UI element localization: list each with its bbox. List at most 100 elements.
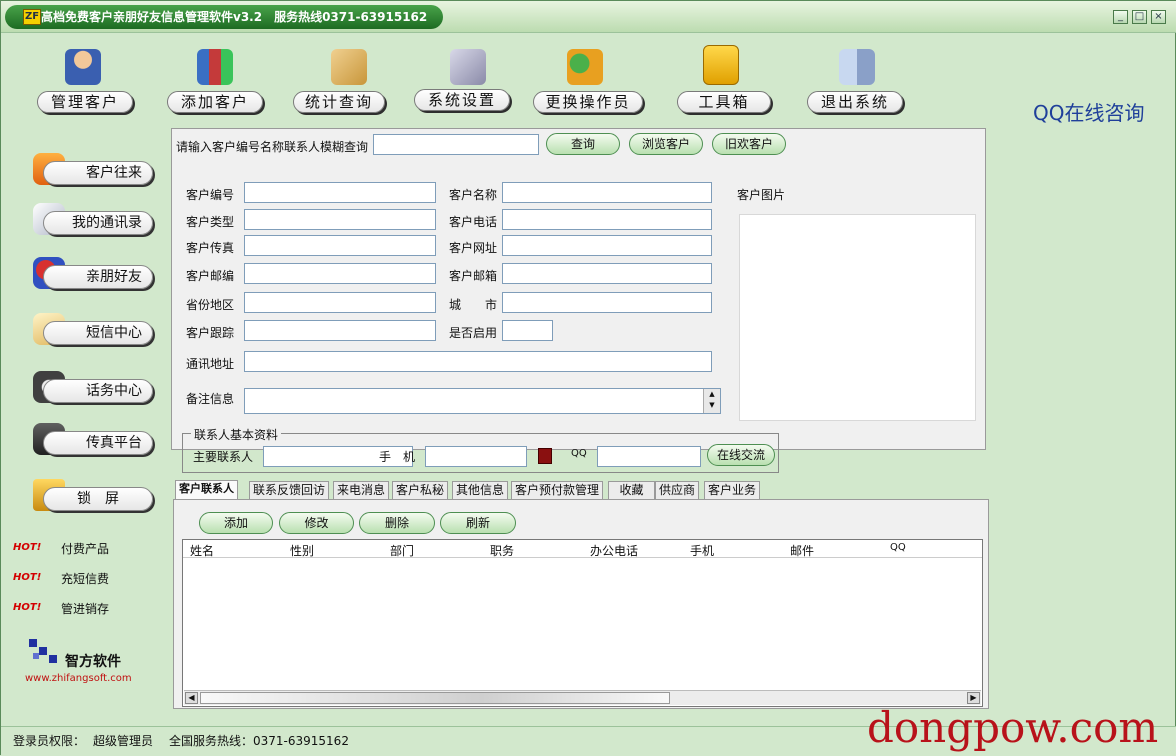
sidebar-item-label[interactable]: 短信中心 [43, 321, 153, 345]
qq-field[interactable] [597, 446, 701, 467]
city-field[interactable] [502, 292, 712, 313]
contact-basic-info-group: 联系人基本资料 主要联系人 手 机 QQ 在线交流 [182, 426, 779, 473]
tab-favorites[interactable]: 收藏 [608, 481, 655, 499]
sidebar-item-friends[interactable]: 亲朋好友 [31, 255, 155, 299]
column-header-mobile[interactable]: 手机 [690, 542, 714, 559]
top-navigation: 管理客户 添加客户 统计查询 系统设置 更换操作员 工具箱 退出系统 [1, 33, 1176, 125]
customer-email-field[interactable] [502, 263, 712, 284]
column-header-name[interactable]: 姓名 [190, 542, 214, 559]
close-button[interactable]: × [1151, 10, 1166, 24]
tab-feedback-visits[interactable]: 联系反馈回访 [249, 481, 330, 499]
sidebar-item-label[interactable]: 客户往来 [43, 161, 153, 185]
nav-manage-customers[interactable]: 管理客户 [37, 49, 137, 117]
customer-fax-field[interactable] [244, 235, 436, 256]
nav-exit[interactable]: 退出系统 [807, 49, 907, 117]
table-horizontal-scrollbar[interactable]: ◀ ▶ [184, 690, 981, 705]
delete-button[interactable]: 删除 [359, 512, 435, 534]
customer-code-field[interactable] [244, 182, 436, 203]
tab-suppliers[interactable]: 供应商 [655, 481, 700, 499]
column-header-department[interactable]: 部门 [390, 542, 414, 559]
hot-link-sms-recharge[interactable]: HOT! 充短信费 [13, 569, 109, 587]
nav-system-settings[interactable]: 系统设置 [414, 49, 514, 117]
hot-link-label[interactable]: 付费产品 [61, 540, 109, 557]
qq-online-consult-link[interactable]: QQ在线咨询 [1033, 97, 1144, 126]
customer-email-label: 客户邮箱 [449, 269, 498, 283]
hot-link-label[interactable]: 管进销存 [61, 600, 109, 617]
tab-other-info[interactable]: 其他信息 [452, 481, 509, 499]
hot-link-label[interactable]: 充短信费 [61, 570, 109, 587]
sidebar-item-label[interactable]: 话务中心 [43, 379, 153, 403]
tab-customer-business[interactable]: 客户业务 [704, 481, 761, 499]
customer-website-field[interactable] [502, 235, 712, 256]
contact-group-legend: 联系人基本资料 [191, 426, 282, 443]
online-chat-button[interactable]: 在线交流 [707, 444, 775, 466]
add-button[interactable]: 添加 [199, 512, 273, 534]
users-icon [567, 49, 603, 85]
scroll-up-arrow-icon[interactable]: ▲ [704, 389, 720, 400]
minimize-button[interactable]: _ [1113, 10, 1128, 24]
restore-button[interactable]: □ [1132, 10, 1147, 24]
customer-phone-label: 客户电话 [449, 215, 498, 229]
nav-label[interactable]: 系统设置 [414, 89, 510, 111]
column-header-position[interactable]: 职务 [490, 542, 514, 559]
old-customers-button[interactable]: 旧欢客户 [712, 133, 786, 155]
notes-scrollbar[interactable]: ▲ ▼ [703, 389, 720, 413]
column-header-office-phone[interactable]: 办公电话 [590, 542, 638, 559]
nav-label[interactable]: 统计查询 [293, 91, 385, 113]
customer-picture-box[interactable] [739, 214, 976, 421]
browse-customers-button[interactable]: 浏览客户 [629, 133, 703, 155]
query-button[interactable]: 查询 [546, 133, 620, 155]
refresh-button[interactable]: 刷新 [440, 512, 516, 534]
phone-dial-icon[interactable] [538, 448, 552, 464]
nav-label[interactable]: 更换操作员 [533, 91, 643, 113]
sidebar-item-fax-platform[interactable]: 传真平台 [31, 421, 155, 465]
nav-switch-operator[interactable]: 更换操作员 [533, 49, 645, 117]
customer-postcode-field[interactable] [244, 263, 436, 284]
sidebar-item-label[interactable]: 传真平台 [43, 431, 153, 455]
sidebar-item-label[interactable]: 我的通讯录 [43, 211, 153, 235]
tab-customer-contacts[interactable]: 客户联系人 [175, 480, 238, 500]
sidebar-item-customer-contact[interactable]: 客户往来 [31, 151, 155, 195]
column-header-gender[interactable]: 性别 [290, 542, 314, 559]
edit-button[interactable]: 修改 [279, 512, 354, 534]
sidebar-item-label[interactable]: 亲朋好友 [43, 265, 153, 289]
contacts-table[interactable]: 姓名 性别 部门 职务 办公电话 手机 邮件 QQ ◀ ▶ [182, 539, 983, 707]
search-label: 请输入客户编号名称联系人模糊查询 [176, 140, 369, 154]
customer-name-field[interactable] [502, 182, 712, 203]
column-header-email[interactable]: 邮件 [790, 542, 814, 559]
column-header-qq[interactable]: QQ [890, 542, 906, 553]
tab-incoming-calls[interactable]: 来电消息 [333, 481, 390, 499]
customer-followup-field[interactable] [244, 320, 436, 341]
sidebar-item-call-center[interactable]: 话务中心 [31, 369, 155, 413]
sidebar-item-label[interactable]: 锁 屏 [43, 487, 153, 511]
nav-add-customer[interactable]: 添加客户 [167, 49, 267, 117]
scrollbar-thumb[interactable] [200, 692, 670, 704]
nav-label[interactable]: 添加客户 [167, 91, 263, 113]
address-field[interactable] [244, 351, 712, 372]
scroll-left-arrow-icon[interactable]: ◀ [185, 692, 198, 704]
search-input[interactable] [373, 134, 539, 155]
customer-phone-field[interactable] [502, 209, 712, 230]
sidebar-item-lock-screen[interactable]: 锁 屏 [31, 477, 155, 521]
hot-badge: HOT! [13, 542, 42, 553]
nav-label[interactable]: 工具箱 [677, 91, 771, 113]
hot-link-inventory[interactable]: HOT! 管进销存 [13, 599, 109, 617]
nav-label[interactable]: 退出系统 [807, 91, 903, 113]
province-field[interactable] [244, 292, 436, 313]
tab-customer-private[interactable]: 客户私秘 [392, 481, 449, 499]
nav-label[interactable]: 管理客户 [37, 91, 133, 113]
tab-prepayment[interactable]: 客户预付款管理 [511, 481, 604, 499]
logo-squares-icon [29, 639, 57, 663]
notes-textarea[interactable] [244, 388, 721, 414]
customer-postcode-label: 客户邮编 [186, 269, 235, 283]
sidebar-item-sms-center[interactable]: 短信中心 [31, 311, 155, 355]
scroll-down-arrow-icon[interactable]: ▼ [704, 400, 720, 411]
hot-link-paid-products[interactable]: HOT! 付费产品 [13, 539, 109, 557]
mobile-field[interactable] [425, 446, 527, 467]
nav-statistics[interactable]: 统计查询 [293, 49, 393, 117]
main-contact-label: 主要联系人 [193, 450, 254, 464]
sidebar-item-address-book[interactable]: 我的通讯录 [31, 201, 155, 245]
customer-type-field[interactable] [244, 209, 436, 230]
enabled-field[interactable] [502, 320, 553, 341]
nav-toolbox[interactable]: 工具箱 [673, 45, 775, 117]
